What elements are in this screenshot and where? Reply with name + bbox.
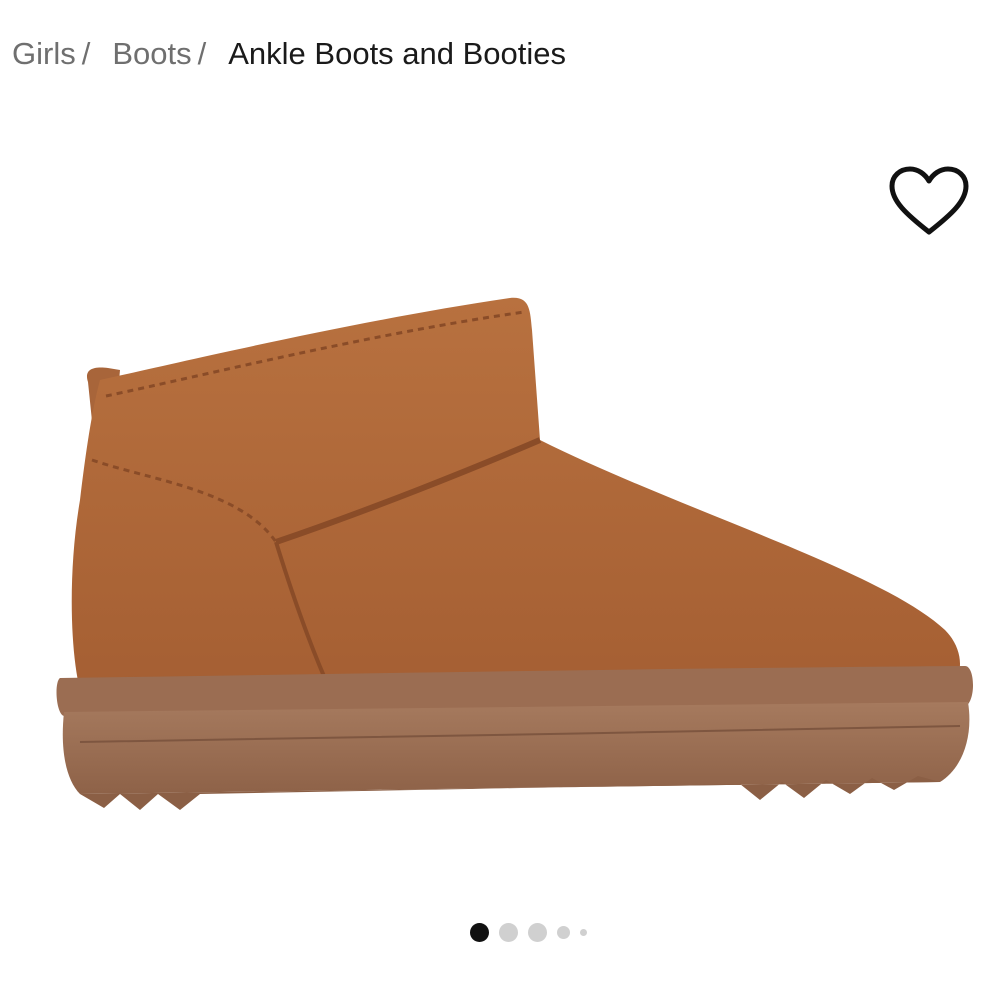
product-page: Girls / Boots / Ankle Boots and Booties <box>0 0 1000 1000</box>
breadcrumb: Girls / Boots / Ankle Boots and Booties <box>12 30 566 78</box>
favorite-button[interactable] <box>886 164 972 238</box>
carousel-indicators <box>470 920 630 944</box>
heart-outline-icon <box>889 166 969 235</box>
breadcrumb-current: Ankle Boots and Booties <box>228 36 567 71</box>
breadcrumb-link-boots[interactable]: Boots <box>112 36 191 72</box>
carousel-dot[interactable] <box>528 922 547 942</box>
ankle-boot-image <box>56 297 974 810</box>
carousel-dot[interactable] <box>580 928 587 936</box>
product-image[interactable] <box>40 270 980 830</box>
breadcrumb-separator: / <box>197 36 207 71</box>
breadcrumb-separator: / <box>81 36 91 71</box>
carousel-dot[interactable] <box>499 922 518 942</box>
breadcrumb-link-girls[interactable]: Girls <box>12 36 76 72</box>
carousel-dot[interactable] <box>557 925 570 939</box>
carousel-dot[interactable] <box>470 922 489 942</box>
